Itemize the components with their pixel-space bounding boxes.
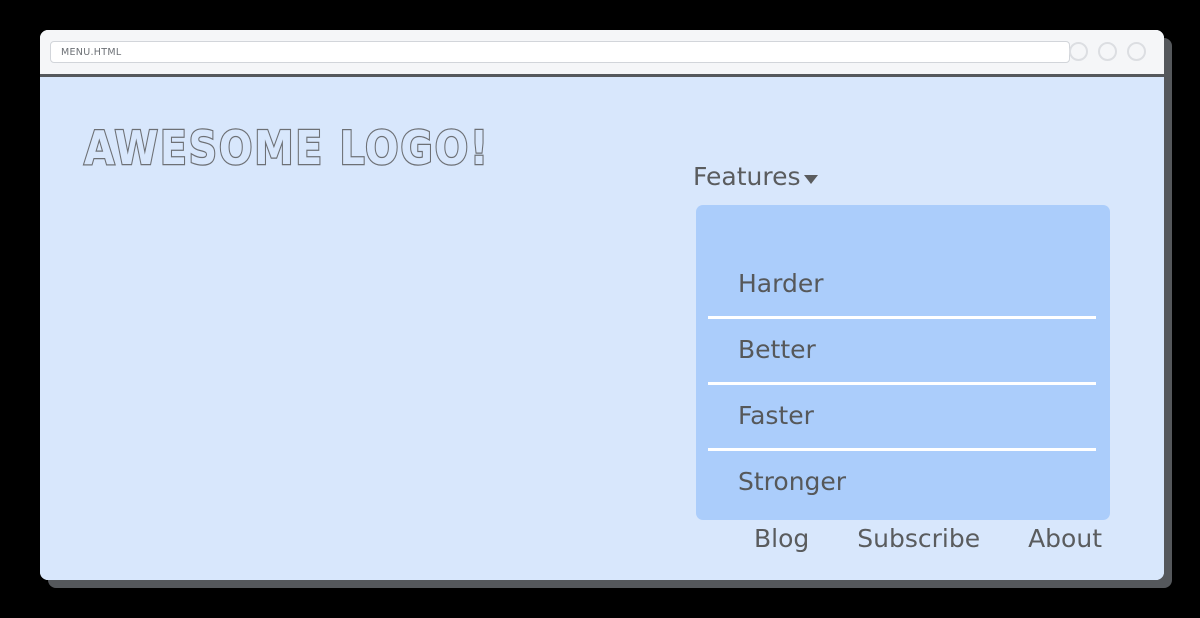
nav-features-label: Features [693, 162, 801, 191]
features-dropdown-panel: Harder Better Faster Stronger [696, 205, 1110, 520]
nav-link-about[interactable]: About [1028, 526, 1102, 551]
browser-window: MENU.HTML AWESOME LOGO! Features Harder … [40, 30, 1164, 580]
page-viewport: AWESOME LOGO! Features Harder Better Fas… [40, 77, 1164, 580]
chevron-down-icon [803, 175, 818, 184]
site-logo: AWESOME LOGO! [83, 121, 490, 175]
dropdown-item-label: Faster [738, 400, 814, 430]
dropdown-item-faster[interactable]: Faster [696, 382, 1110, 448]
maximize-button[interactable] [1098, 42, 1117, 61]
dropdown-item-better[interactable]: Better [696, 316, 1110, 382]
nav-link-subscribe[interactable]: Subscribe [857, 526, 980, 551]
dropdown-item-label: Better [738, 334, 816, 364]
browser-chrome-bar: MENU.HTML [40, 30, 1164, 77]
dropdown-item-stronger[interactable]: Stronger [696, 448, 1110, 514]
minimize-button[interactable] [1069, 42, 1088, 61]
features-dropdown-list: Harder Better Faster Stronger [696, 250, 1110, 514]
dropdown-item-harder[interactable]: Harder [696, 250, 1110, 316]
dropdown-item-label: Harder [738, 268, 824, 298]
nav-link-blog[interactable]: Blog [754, 526, 809, 551]
nav-links: Blog Subscribe About [696, 526, 1110, 551]
close-button[interactable] [1127, 42, 1146, 61]
dropdown-item-label: Stronger [738, 466, 847, 496]
address-bar[interactable]: MENU.HTML [50, 41, 1070, 63]
window-controls [1069, 42, 1146, 61]
nav-features-dropdown-trigger[interactable]: Features [693, 164, 818, 189]
address-bar-text: MENU.HTML [61, 46, 122, 58]
